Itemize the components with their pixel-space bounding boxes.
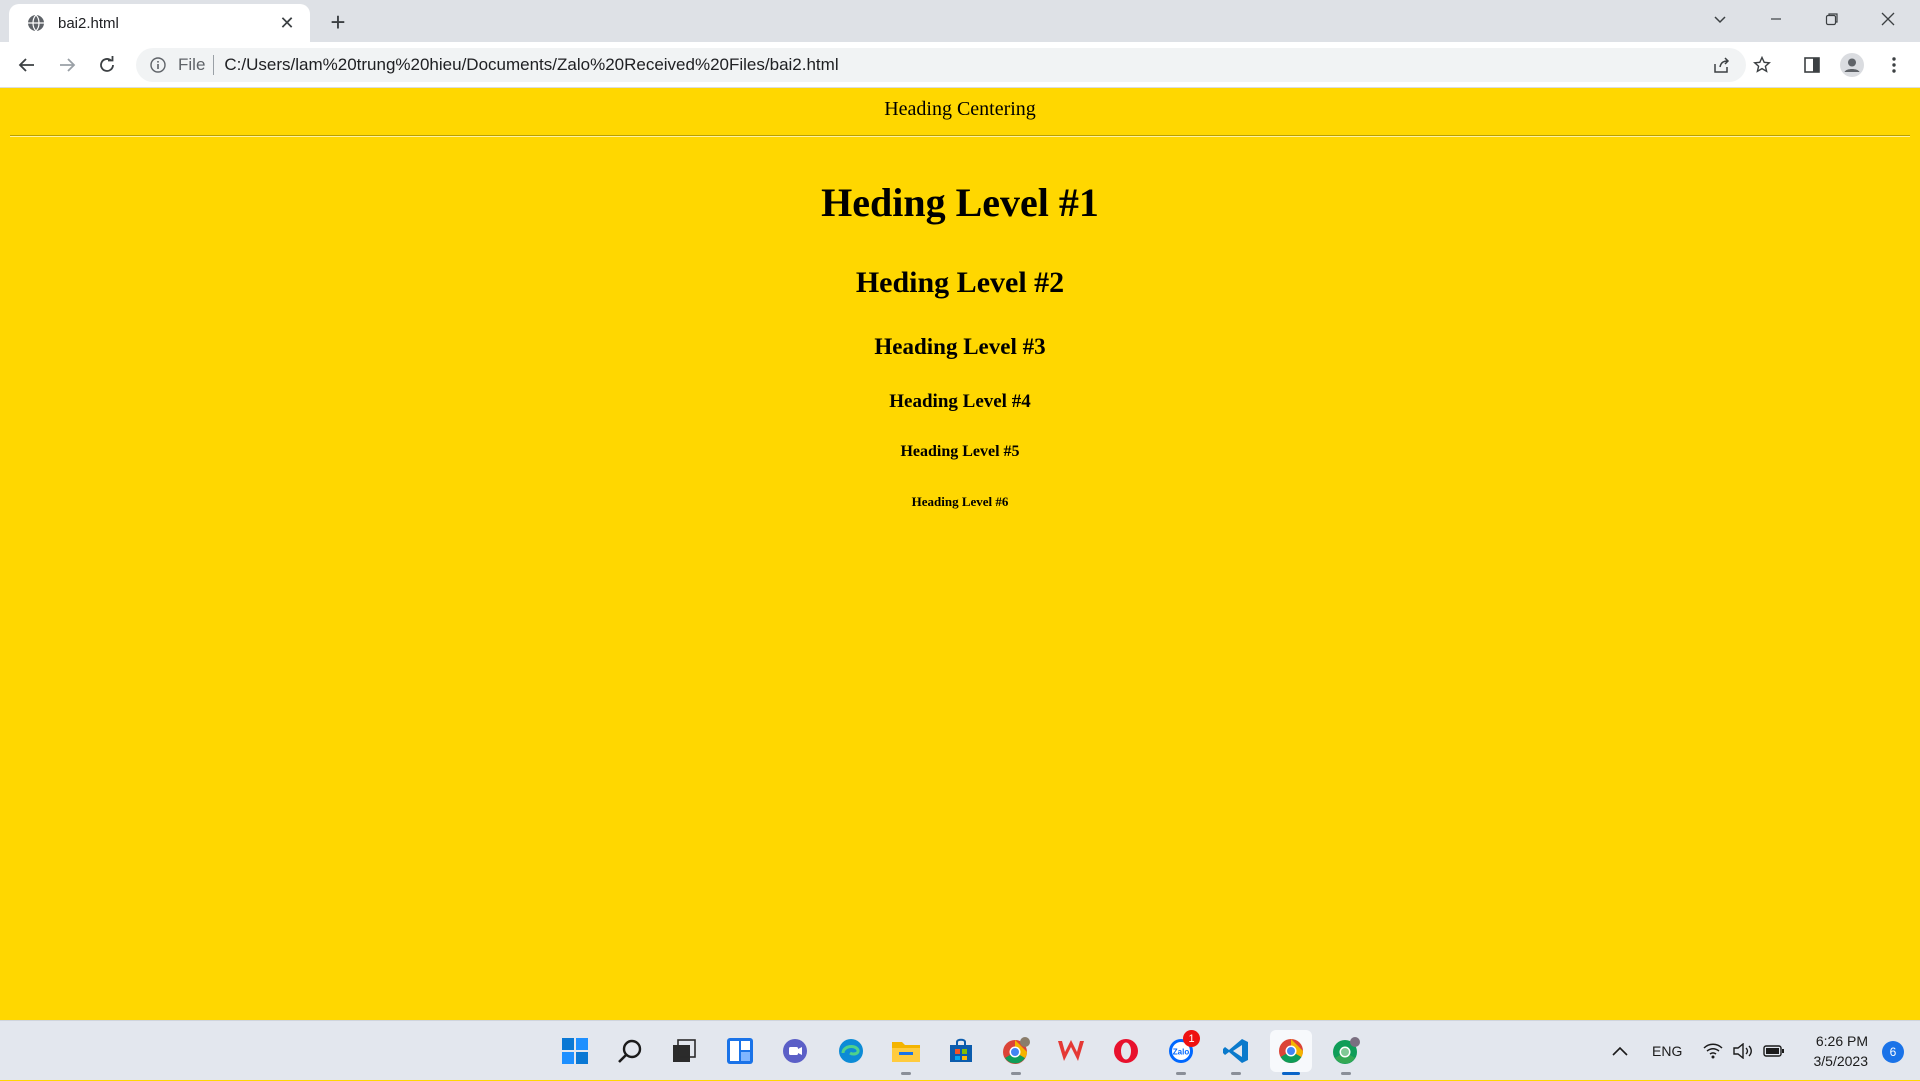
new-tab-button[interactable]: + <box>324 7 352 37</box>
clock-date: 3/5/2023 <box>1813 1053 1869 1069</box>
back-button[interactable] <box>11 49 43 81</box>
chrome-profile-icon[interactable] <box>995 1030 1037 1075</box>
store-icon[interactable] <box>940 1030 982 1072</box>
clock-time: 6:26 PM <box>1815 1033 1868 1049</box>
notification-badge: 1 <box>1183 1030 1200 1047</box>
page-content: Heading Centering Heding Level #1 Heding… <box>0 88 1920 1020</box>
close-window-button[interactable] <box>1860 0 1916 38</box>
search-icon[interactable] <box>609 1030 651 1072</box>
address-bar[interactable]: File C:/Users/lam%20trung%20hieu/Documen… <box>136 48 1746 82</box>
url-scheme: File <box>178 55 206 74</box>
running-indicator <box>1176 1072 1186 1075</box>
restore-button[interactable] <box>1804 0 1860 38</box>
horizontal-rule <box>10 135 1910 137</box>
running-indicator <box>1282 1072 1300 1075</box>
url-separator <box>213 55 215 75</box>
menu-kebab-icon[interactable] <box>1878 49 1910 81</box>
running-indicator <box>1231 1072 1241 1075</box>
svg-text:Zalo: Zalo <box>1173 1048 1190 1057</box>
tab-title: bai2.html <box>58 14 119 32</box>
browser-toolbar: File C:/Users/lam%20trung%20hieu/Documen… <box>0 42 1920 88</box>
forward-button[interactable] <box>51 49 83 81</box>
chat-icon[interactable] <box>774 1030 816 1072</box>
running-indicator <box>1011 1072 1021 1075</box>
windows-taskbar: Zalo 1 ENG 6:26 PM 3/5/2023 6 <box>0 1020 1920 1080</box>
share-icon[interactable] <box>1706 49 1738 81</box>
bookmark-star-icon[interactable] <box>1746 49 1778 81</box>
reload-button[interactable] <box>91 49 123 81</box>
opera-icon[interactable] <box>1105 1030 1147 1072</box>
heading-level-1: Heding Level #1 <box>821 180 1099 225</box>
system-clock[interactable]: 6:26 PM 3/5/2023 <box>1814 1031 1869 1071</box>
running-indicator <box>1341 1072 1351 1075</box>
url-text[interactable]: C:/Users/lam%20trung%20hieu/Documents/Za… <box>224 55 838 75</box>
tab-search-icon[interactable] <box>1692 0 1748 38</box>
notification-count-badge[interactable]: 6 <box>1882 1041 1904 1063</box>
language-indicator[interactable]: ENG <box>1652 1021 1682 1081</box>
show-hidden-icons-chevron-icon[interactable] <box>1612 1021 1628 1081</box>
running-indicator <box>901 1072 911 1075</box>
globe-icon <box>26 13 46 33</box>
info-icon[interactable] <box>148 55 168 75</box>
minimize-button[interactable] <box>1748 0 1804 38</box>
tab-strip: bai2.html ✕ + <box>0 0 1920 42</box>
heading-level-5: Heading Level #5 <box>900 443 1020 460</box>
file-explorer-icon[interactable] <box>885 1030 927 1075</box>
heading-level-6: Heading Level #6 <box>911 494 1009 509</box>
volume-icon[interactable] <box>1733 1021 1753 1081</box>
heading-centering-text: Heading Centering <box>884 98 1036 120</box>
widgets-icon[interactable] <box>719 1030 761 1072</box>
heading-level-4: Heading Level #4 <box>889 391 1031 412</box>
side-panel-icon[interactable] <box>1796 49 1828 81</box>
zalo-icon[interactable]: Zalo 1 <box>1160 1030 1202 1075</box>
vscode-icon[interactable] <box>1215 1030 1257 1075</box>
heading-level-2: Heding Level #2 <box>855 266 1065 299</box>
close-tab-icon[interactable]: ✕ <box>276 12 298 34</box>
battery-icon[interactable] <box>1763 1021 1785 1081</box>
start-icon[interactable] <box>554 1030 596 1072</box>
chrome-icon[interactable] <box>1270 1030 1312 1075</box>
browser-tab[interactable]: bai2.html ✕ <box>9 4 310 42</box>
profile-avatar[interactable] <box>1836 49 1868 81</box>
heading-level-3: Heading Level #3 <box>874 334 1046 359</box>
wps-icon[interactable] <box>1050 1030 1092 1072</box>
wifi-icon[interactable] <box>1703 1021 1723 1081</box>
task-view-icon[interactable] <box>663 1030 705 1072</box>
edge-icon[interactable] <box>830 1030 872 1072</box>
chrome-profile-2-icon[interactable] <box>1325 1030 1367 1075</box>
